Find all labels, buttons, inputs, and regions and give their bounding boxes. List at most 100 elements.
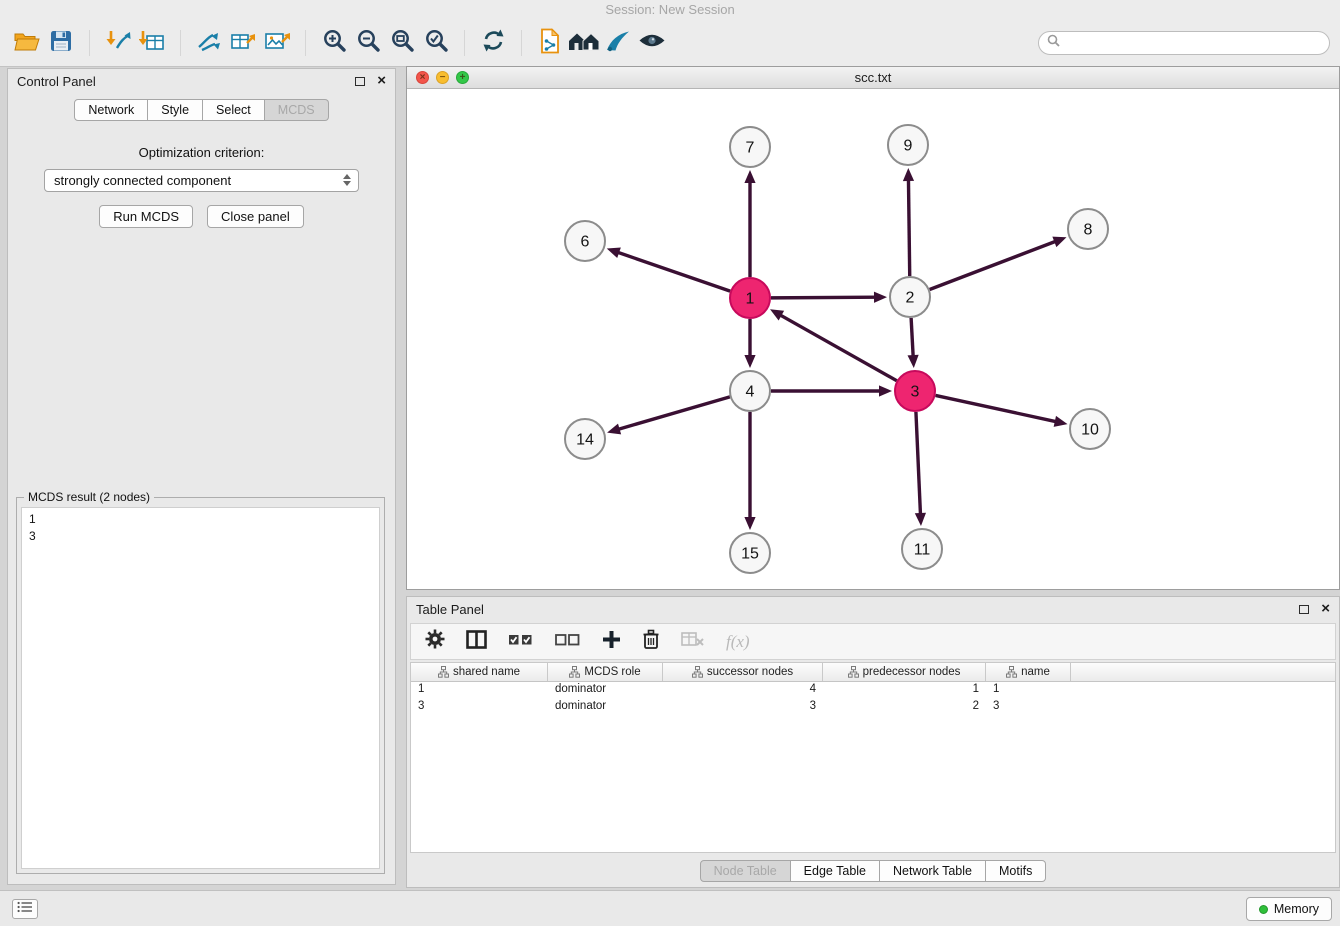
run-mcds-button[interactable]: Run MCDS (99, 205, 193, 228)
table-cell: dominator (548, 682, 663, 699)
graph-edge-3-11[interactable] (916, 412, 921, 515)
column-header-MCDS-role[interactable]: MCDS role (548, 663, 663, 681)
graph-edge-2-9[interactable] (908, 179, 909, 276)
graph-node-1[interactable]: 1 (730, 278, 770, 318)
search-input[interactable] (1065, 36, 1321, 50)
table-panel: Table Panel × f(x) shared nameMCDS roles… (406, 596, 1340, 888)
delete-table-icon-disabled (681, 630, 705, 653)
apply-layout-button[interactable] (476, 27, 510, 59)
memory-label: Memory (1274, 902, 1319, 916)
graph-node-3[interactable]: 3 (895, 371, 935, 411)
float-panel-icon[interactable] (355, 77, 365, 86)
zoom-window-icon[interactable]: + (456, 71, 469, 84)
window-title: Session: New Session (0, 0, 1340, 20)
tab-node-table[interactable]: Node Table (700, 860, 791, 882)
graph-edge-3-10[interactable] (936, 395, 1057, 421)
graph-edge-arrow (744, 517, 755, 530)
graph-edge-1-6[interactable] (617, 252, 730, 291)
zoom-fit-button[interactable] (385, 27, 419, 59)
graph-node-2[interactable]: 2 (890, 277, 930, 317)
export-image-button[interactable] (260, 27, 294, 59)
graph-edge-3-1[interactable] (780, 315, 897, 381)
tab-network-table[interactable]: Network Table (880, 860, 986, 882)
mcds-result-title: MCDS result (2 nodes) (24, 490, 154, 504)
copy-style-button[interactable] (533, 27, 567, 59)
graph-edge-2-3[interactable] (911, 318, 913, 357)
deselect-all-icon[interactable] (555, 631, 581, 652)
zoom-selected-button[interactable] (419, 27, 453, 59)
tab-select[interactable]: Select (203, 99, 265, 121)
table-cell: 4 (663, 682, 823, 699)
graph-node-8[interactable]: 8 (1068, 209, 1108, 249)
control-panel-header: Control Panel × (8, 69, 395, 93)
tab-style[interactable]: Style (148, 99, 203, 121)
open-session-button[interactable] (10, 27, 44, 59)
column-header-filler (1071, 663, 1335, 681)
table-settings-gear-icon[interactable] (425, 629, 445, 654)
column-header-successor-nodes[interactable]: successor nodes (663, 663, 823, 681)
tab-motifs[interactable]: Motifs (986, 860, 1046, 882)
graph-node-7[interactable]: 7 (730, 127, 770, 167)
show-columns-icon[interactable] (466, 630, 487, 654)
graph-edge-arrow (744, 355, 755, 368)
show-hide-button[interactable] (635, 27, 669, 59)
tab-network[interactable]: Network (74, 99, 148, 121)
search-box[interactable] (1038, 31, 1330, 55)
graph-node-14[interactable]: 14 (565, 419, 605, 459)
export-table-button[interactable] (226, 27, 260, 59)
delete-column-icon[interactable] (642, 629, 660, 655)
zoom-in-icon (322, 28, 347, 58)
export-network-button[interactable] (192, 27, 226, 59)
zoom-in-button[interactable] (317, 27, 351, 59)
graph-node-10[interactable]: 10 (1070, 409, 1110, 449)
graph-node-6[interactable]: 6 (565, 221, 605, 261)
float-table-panel-icon[interactable] (1299, 605, 1309, 614)
save-session-button[interactable] (44, 27, 78, 59)
graph-edge-4-14[interactable] (618, 397, 730, 430)
toolbar-separator (180, 30, 181, 56)
optimization-criterion-label: Optimization criterion: (8, 145, 395, 160)
graph-node-11[interactable]: 11 (902, 529, 942, 569)
minimize-window-icon[interactable]: − (436, 71, 449, 84)
table-row[interactable]: 3dominator323 (411, 699, 1335, 716)
network-overview-button[interactable] (567, 27, 601, 59)
import-network-button[interactable] (101, 27, 135, 59)
paint-style-button[interactable] (601, 27, 635, 59)
eye-icon (638, 32, 666, 54)
result-line: 3 (29, 528, 372, 545)
graph-node-9[interactable]: 9 (888, 125, 928, 165)
add-column-icon[interactable] (602, 630, 621, 654)
select-all-icon[interactable] (508, 631, 534, 652)
zoom-out-button[interactable] (351, 27, 385, 59)
column-header-predecessor-nodes[interactable]: predecessor nodes (823, 663, 986, 681)
table-row[interactable]: 1dominator411 (411, 682, 1335, 699)
network-canvas[interactable]: 7 9 6 8 1 2 4 3 14 10 15 11 (407, 89, 1339, 589)
tab-mcds[interactable]: MCDS (265, 99, 329, 121)
memory-button[interactable]: Memory (1246, 897, 1332, 921)
graph-node-15[interactable]: 15 (730, 533, 770, 573)
column-header-name[interactable]: name (986, 663, 1071, 681)
graph-edge-1-2[interactable] (771, 297, 876, 298)
control-panel-title: Control Panel (17, 74, 96, 89)
search-icon (1047, 34, 1060, 52)
task-history-button[interactable] (12, 899, 38, 919)
import-table-button[interactable] (135, 27, 169, 59)
svg-text:9: 9 (904, 138, 913, 155)
graph-edge-2-8[interactable] (930, 241, 1057, 289)
tab-edge-table[interactable]: Edge Table (791, 860, 880, 882)
criterion-select[interactable]: strongly connected component (44, 169, 359, 192)
close-table-panel-icon[interactable]: × (1321, 603, 1330, 615)
graph-canvas[interactable]: 7 9 6 8 1 2 4 3 14 10 15 11 (407, 89, 1339, 589)
column-header-shared-name[interactable]: shared name (411, 663, 548, 681)
close-panel-button[interactable]: Close panel (207, 205, 304, 228)
close-panel-icon[interactable]: × (377, 75, 386, 87)
network-window-titlebar[interactable]: × − + scc.txt (407, 67, 1339, 89)
mcds-result-text[interactable]: 13 (21, 507, 380, 869)
column-header-label: predecessor nodes (863, 666, 961, 678)
zoom-fit-icon (390, 28, 415, 58)
memory-status-icon (1259, 905, 1268, 914)
toolbar-separator (521, 30, 522, 56)
graph-node-4[interactable]: 4 (730, 371, 770, 411)
svg-text:14: 14 (576, 432, 594, 449)
close-window-icon[interactable]: × (416, 71, 429, 84)
